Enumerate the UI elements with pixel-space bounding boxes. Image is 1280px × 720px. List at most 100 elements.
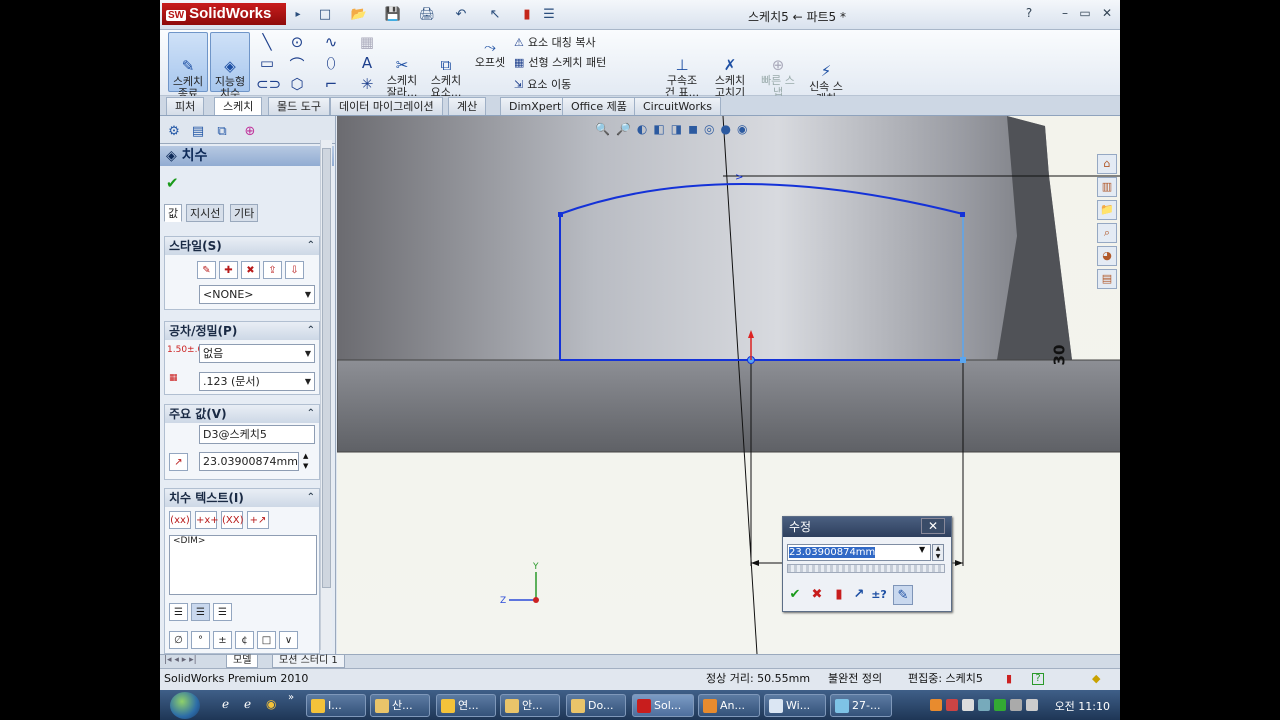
dropdown-icon[interactable]: ▼: [919, 545, 925, 554]
graphics-area[interactable]: > Y Z ✕ 🔍🔎◐◧◨◼◎●◉ – ▭ ✕ 30 ⌂ ▥ 📁 ⌕ ◕ ▤: [337, 116, 1120, 654]
plus-minus-symbol-button[interactable]: ±: [213, 631, 232, 649]
dimension-text-header[interactable]: 치수 텍스트(I) ⌃: [165, 489, 319, 507]
tab-mold-tools[interactable]: 몰드 도구: [268, 97, 330, 115]
system-clock[interactable]: 오전 11:10: [1055, 698, 1110, 714]
viewport-restore-button[interactable]: ▭: [1057, 116, 1068, 118]
square-symbol-button[interactable]: □: [257, 631, 276, 649]
rebuild-icon[interactable]: ▮: [518, 6, 536, 23]
network-icon[interactable]: [1010, 699, 1022, 711]
sketch-point[interactable]: [960, 212, 965, 217]
point-icon[interactable]: ✳: [356, 75, 378, 93]
modify-rebuild-button[interactable]: ▮: [829, 585, 849, 605]
taskbar-item[interactable]: An...: [698, 694, 760, 717]
close-button[interactable]: ✕: [1098, 6, 1116, 23]
add-parentheses-button[interactable]: (xx): [169, 511, 191, 529]
taskbar-item[interactable]: 안...: [500, 694, 560, 717]
print-icon[interactable]: 🖨: [418, 6, 436, 23]
smart-dimension-button[interactable]: ◈ 지능형 치수: [210, 32, 250, 100]
save-style-icon[interactable]: ⇪: [263, 261, 282, 279]
section-view-icon[interactable]: ◧: [653, 122, 670, 136]
menu-arrow-icon[interactable]: ▸: [289, 6, 307, 23]
modify-tolerance-button[interactable]: ±?: [869, 585, 889, 605]
apply-default-style-icon[interactable]: ✎: [197, 261, 216, 279]
centerline-symbol-button[interactable]: ¢: [235, 631, 254, 649]
tab-motion-study[interactable]: 모션 스터디 1: [272, 655, 345, 668]
heads-up-view-toolbar[interactable]: 🔍🔎◐◧◨◼◎●◉: [595, 122, 754, 136]
help-status-icon[interactable]: ?: [1032, 673, 1044, 685]
scene-icon[interactable]: ◉: [737, 122, 753, 136]
taskbar-item[interactable]: Wi...: [764, 694, 826, 717]
thumbwheel[interactable]: [787, 564, 945, 573]
options-icon[interactable]: ☰: [540, 6, 558, 23]
primary-value-header[interactable]: 주요 값(V) ⌃: [165, 405, 319, 423]
tab-model[interactable]: 모델: [226, 655, 259, 668]
tab-scroll-arrows[interactable]: |◂ ◂ ▸ ▸|: [164, 655, 197, 665]
solidworks-resources-icon[interactable]: ⌂: [1097, 154, 1117, 174]
search-icon[interactable]: ⌕: [1097, 223, 1117, 243]
fillet-icon[interactable]: ⌐: [320, 75, 342, 93]
tab-dimxpert[interactable]: DimXpert: [500, 97, 571, 115]
tab-features[interactable]: 피처: [166, 97, 205, 115]
exit-sketch-button[interactable]: ✎ 스케치 종료: [168, 32, 208, 100]
modify-cancel-button[interactable]: ✖: [807, 585, 827, 605]
primary-value-field[interactable]: 23.03900874mm: [199, 452, 299, 471]
configuration-icon[interactable]: ⧉: [212, 122, 232, 142]
add-style-icon[interactable]: ✚: [219, 261, 238, 279]
start-button[interactable]: [170, 692, 200, 719]
tab-circuitworks[interactable]: CircuitWorks: [634, 97, 721, 115]
minimize-button[interactable]: –: [1056, 6, 1074, 23]
degree-symbol-button[interactable]: °: [191, 631, 210, 649]
modify-mark-dimension-button[interactable]: ✎: [893, 585, 913, 605]
align-left-icon[interactable]: ☰: [169, 603, 188, 621]
mirror-entities-button[interactable]: ⚠ 요소 대칭 복사: [514, 34, 596, 50]
dimxpert-icon[interactable]: ⊕: [240, 122, 260, 142]
select-icon[interactable]: ↖: [486, 6, 504, 23]
save-icon[interactable]: 💾: [384, 6, 402, 23]
modify-reverse-button[interactable]: ↗: [849, 585, 869, 605]
collapse-icon[interactable]: ⌃: [307, 237, 315, 255]
plane-icon[interactable]: ▦: [356, 33, 378, 51]
style-select[interactable]: <NONE> ▼: [199, 285, 315, 304]
center-dimension-button[interactable]: +x+: [195, 511, 219, 529]
design-library-icon[interactable]: ▥: [1097, 177, 1117, 197]
tag-icon[interactable]: ◆: [1092, 669, 1100, 689]
align-right-icon[interactable]: ☰: [213, 603, 232, 621]
new-document-icon[interactable]: □: [316, 6, 334, 23]
ie-icon[interactable]: ℯ: [222, 697, 229, 711]
chrome-icon[interactable]: ◉: [266, 697, 276, 711]
tray-icon[interactable]: [978, 699, 990, 711]
viewport-close-button[interactable]: ✕: [1077, 116, 1087, 118]
offset-entities-button[interactable]: ⤳ 오프셋: [470, 38, 510, 69]
viewport-minimize-button[interactable]: –: [1037, 116, 1043, 118]
appearance-icon[interactable]: ●: [721, 122, 737, 136]
taskbar-item[interactable]: Do...: [566, 694, 626, 717]
rebuild-status-icon[interactable]: ▮: [1006, 669, 1012, 689]
open-icon[interactable]: 📂: [350, 6, 368, 23]
move-entities-button[interactable]: ⇲ 요소 이동: [514, 76, 571, 92]
scrollbar-thumb[interactable]: [322, 148, 331, 588]
appearances-icon[interactable]: ▤: [1097, 269, 1117, 289]
zoom-area-icon[interactable]: 🔎: [616, 122, 637, 136]
diameter-symbol-button[interactable]: ∅: [169, 631, 188, 649]
taskbar-item-solidworks[interactable]: Sol...: [632, 694, 694, 717]
precision-select[interactable]: .123 (문서) ▼: [199, 372, 315, 391]
dimension-text-area[interactable]: <DIM>: [169, 535, 317, 595]
collapse-icon[interactable]: ⌃: [307, 322, 315, 340]
ie-icon[interactable]: ℯ: [244, 697, 251, 711]
model-upper-body[interactable]: [337, 116, 1072, 360]
solidworks-logo[interactable]: SW SolidWorks: [162, 3, 286, 25]
model-base[interactable]: [337, 359, 1120, 453]
taskbar-item[interactable]: 산...: [370, 694, 430, 717]
taskbar-item[interactable]: I...: [306, 694, 366, 717]
overflow-icon[interactable]: »: [288, 692, 294, 703]
tolerance-header[interactable]: 공차/정밀(P) ⌃: [165, 322, 319, 340]
subtab-other[interactable]: 기타: [230, 204, 259, 222]
delete-style-icon[interactable]: ✖: [241, 261, 260, 279]
tray-icon[interactable]: [962, 699, 974, 711]
spline-icon[interactable]: ∿: [320, 33, 342, 51]
polygon-icon[interactable]: ⬡: [286, 75, 308, 93]
tray-icon[interactable]: [946, 699, 958, 711]
restore-button[interactable]: ▭: [1076, 6, 1094, 23]
value-spinner[interactable]: ▲ ▼: [303, 451, 308, 471]
dimension-name-field[interactable]: D3@스케치5: [199, 425, 315, 444]
